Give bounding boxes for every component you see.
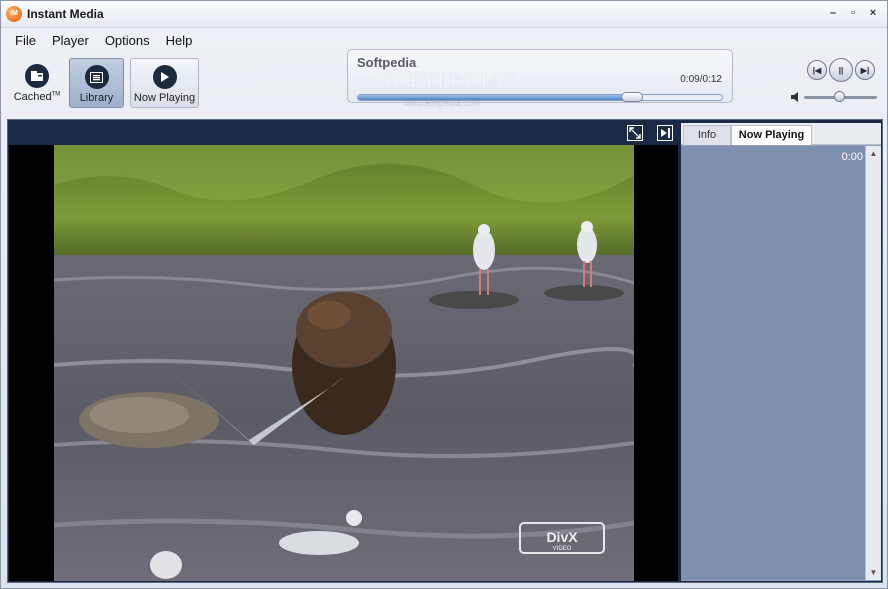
transport-controls: |◀ || ▶| <box>807 58 875 82</box>
previous-icon: |◀ <box>812 65 822 75</box>
minimize-button[interactable]: – <box>825 5 841 21</box>
window-title: Instant Media <box>27 7 104 21</box>
app-window: IM Instant Media – ▫ × File Player Optio… <box>0 0 888 589</box>
video-frame: DivX VIDEO <box>54 145 634 581</box>
toggle-panel-icon[interactable] <box>657 125 673 141</box>
video-player[interactable]: DivX VIDEO <box>9 145 678 581</box>
seek-bar[interactable] <box>357 94 723 101</box>
time-readout: 0:09/0:12 <box>680 74 722 85</box>
watermark-text: SOFTPEDIA™ <box>380 70 517 93</box>
now-playing-display: Softpedia SOFTPEDIA™ www.softpedia.com 0… <box>347 49 733 108</box>
watermark-trademark: ™ <box>505 71 517 82</box>
library-button[interactable]: Library <box>69 58 124 108</box>
volume-icon <box>791 92 801 102</box>
menu-file[interactable]: File <box>7 31 44 50</box>
now-playing-label: Now Playing <box>133 92 196 104</box>
watermark-name: SOFTPEDIA <box>380 70 506 92</box>
divx-logo-text: DivX <box>546 529 578 545</box>
cached-label: Cached <box>13 91 52 103</box>
side-scrollbar[interactable]: ▲ ▼ <box>865 146 881 580</box>
scroll-up-icon[interactable]: ▲ <box>868 148 879 159</box>
window-controls: – ▫ × <box>825 5 881 21</box>
library-label: Library <box>79 92 114 104</box>
app-logo-icon: IM <box>6 6 22 22</box>
seek-bar-fill <box>358 95 631 100</box>
now-playing-button[interactable]: Now Playing <box>130 58 199 108</box>
play-icon <box>152 65 177 89</box>
library-icon <box>84 65 109 89</box>
side-tabs: Info Now Playing <box>681 123 881 145</box>
pause-icon: || <box>838 65 844 75</box>
title-bar[interactable]: IM Instant Media – ▫ × <box>1 1 887 28</box>
now-playing-list[interactable]: 0:00 <box>681 146 865 580</box>
menu-bar: File Player Options Help <box>7 31 200 50</box>
menu-player[interactable]: Player <box>44 31 97 50</box>
scroll-down-icon[interactable]: ▼ <box>868 567 879 578</box>
pause-button[interactable]: || <box>829 58 853 82</box>
volume-thumb[interactable] <box>834 91 846 102</box>
cached-icon <box>25 64 49 88</box>
next-icon: ▶| <box>860 65 870 75</box>
fullscreen-icon[interactable] <box>627 125 643 141</box>
track-title: Softpedia <box>357 55 417 70</box>
video-still-image: DivX VIDEO <box>54 145 634 581</box>
trademark-mark: TM <box>51 91 61 98</box>
next-button[interactable]: ▶| <box>855 60 875 80</box>
video-toolbar <box>9 123 678 143</box>
tab-now-playing[interactable]: Now Playing <box>731 125 812 145</box>
divx-logo-subtext: VIDEO <box>553 546 572 552</box>
menu-options[interactable]: Options <box>97 31 158 50</box>
previous-button[interactable]: |◀ <box>807 60 827 80</box>
side-panel: Info Now Playing 0:00 ▲ ▼ <box>681 123 881 581</box>
maximize-button[interactable]: ▫ <box>845 5 861 21</box>
seek-thumb[interactable] <box>620 92 643 102</box>
menu-help[interactable]: Help <box>158 31 201 50</box>
playlist-time: 0:00 <box>841 151 863 163</box>
tab-info[interactable]: Info <box>683 125 731 145</box>
cached-button[interactable]: CachedTM <box>9 58 65 108</box>
close-button[interactable]: × <box>865 5 881 21</box>
